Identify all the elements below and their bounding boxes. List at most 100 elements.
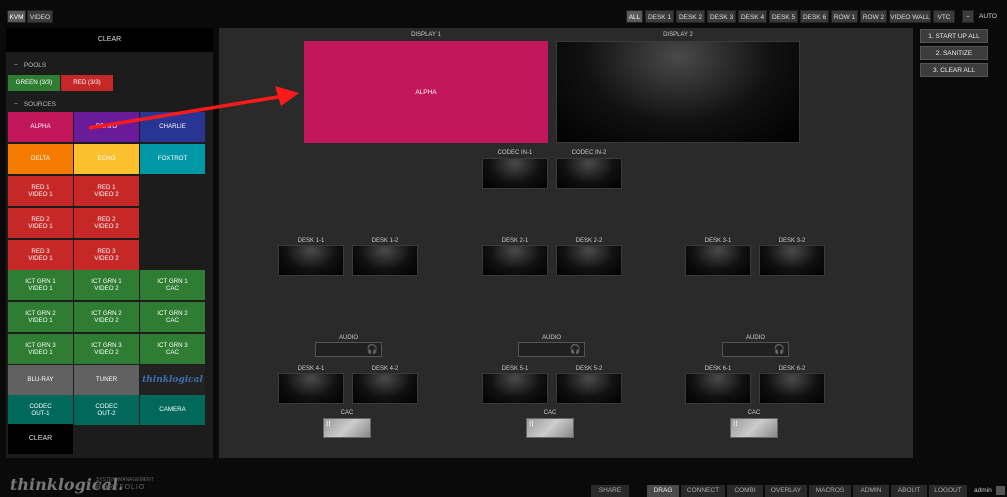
audio-slot-2[interactable]: 🎧 [518, 342, 585, 357]
filter-desk-2[interactable]: DESK 2 [676, 10, 705, 23]
layout-canvas: DISPLAY 1 ALPHA DISPLAY 2 CODEC IN-1 COD… [88, 28, 913, 458]
display-1-label: DISPLAY 1 [411, 32, 441, 38]
desk-1-2[interactable] [352, 245, 418, 276]
source-tile[interactable]: RED 1 VIDEO 1 [8, 176, 73, 206]
filter-desk-3[interactable]: DESK 3 [707, 10, 736, 23]
desk-4-2[interactable] [352, 373, 418, 404]
nav-about[interactable]: ABOUT [891, 485, 927, 497]
share-button[interactable]: SHARE [591, 485, 629, 497]
desk-1-2-label: DESK 1-2 [371, 238, 399, 244]
logo: thinklogical. SYSTEM MANAGEMENT PORTFOLI… [10, 475, 154, 494]
nav-overlay[interactable]: OVERLAY [765, 485, 807, 497]
source-tile[interactable]: RED 2 VIDEO 2 [74, 208, 139, 238]
desk-1-1-label: DESK 1-1 [297, 238, 325, 244]
source-tile[interactable]: thinklogical [140, 365, 205, 395]
desk-6-2-label: DESK 6-2 [778, 366, 806, 372]
source-tile[interactable]: CAMERA [140, 395, 205, 425]
filter-row-1[interactable]: ROW 1 [831, 10, 858, 23]
tab-kvm[interactable]: KVM [7, 10, 26, 23]
nav-macros[interactable]: MACROS [809, 485, 851, 497]
headphones-icon: 🎧 [569, 344, 581, 354]
clear-bottom-button[interactable]: CLEAR [8, 424, 73, 454]
desk-5-2[interactable] [556, 373, 622, 404]
nav-drag[interactable]: DRAG [647, 485, 679, 497]
codec-in-1[interactable] [482, 158, 548, 189]
source-tile[interactable]: ICT GRN 1 CAC [140, 270, 205, 300]
desk-3-2[interactable] [759, 245, 825, 276]
filter-desk-5[interactable]: DESK 5 [769, 10, 798, 23]
audio-label-1: AUDIO [338, 335, 358, 341]
codec-in-1-label: CODEC IN-1 [497, 150, 533, 156]
desk-5-1-label: DESK 5-1 [501, 366, 529, 372]
filter-video-wall[interactable]: VIDEO WALL [889, 10, 931, 23]
desk-3-1-label: DESK 3-1 [704, 238, 732, 244]
source-tile[interactable]: RED 1 VIDEO 2 [74, 176, 139, 206]
filter-desk-1[interactable]: DESK 1 [645, 10, 674, 23]
desk-5-1[interactable] [482, 373, 548, 404]
clear-top-button[interactable]: CLEAR [6, 28, 213, 52]
tab-video[interactable]: VIDEO [27, 10, 53, 23]
logo-subtitle-1: SYSTEM MANAGEMENT [96, 477, 154, 483]
collapse-button[interactable]: − [962, 10, 974, 23]
source-tile[interactable]: ICT GRN 3 CAC [140, 334, 205, 364]
source-tile[interactable]: ALPHA [8, 112, 73, 142]
source-tile[interactable]: RED 3 VIDEO 1 [8, 240, 73, 270]
cac-label-1: CAC [340, 410, 354, 416]
desk-2-2[interactable] [556, 245, 622, 276]
cac-slot-3[interactable]: ⁞⁞ [730, 418, 778, 438]
source-tile[interactable]: ECHO [74, 144, 139, 174]
source-tile[interactable]: RED 3 VIDEO 2 [74, 240, 139, 270]
clear-all-button[interactable]: 3. CLEAR ALL [920, 63, 988, 77]
source-tile[interactable]: DELTA [8, 144, 73, 174]
desk-5-2-label: DESK 5-2 [575, 366, 603, 372]
nav-combi[interactable]: COMBI [727, 485, 763, 497]
source-tile[interactable]: ICT GRN 2 VIDEO 1 [8, 302, 73, 332]
source-tile[interactable]: BLU-RAY [8, 365, 73, 395]
display-2[interactable] [556, 41, 800, 143]
cac-slot-1[interactable]: ⁞⁞ [323, 418, 371, 438]
nav-logout[interactable]: LOGOUT [929, 485, 967, 497]
nav-admin[interactable]: ADMIN [853, 485, 889, 497]
desk-4-2-label: DESK 4-2 [371, 366, 399, 372]
codec-in-2[interactable] [556, 158, 622, 189]
source-tile[interactable]: ICT GRN 1 VIDEO 1 [8, 270, 73, 300]
pools-header[interactable]: − POOLS [6, 59, 213, 73]
source-tile[interactable]: TUNER [74, 365, 139, 395]
source-tile[interactable]: ICT GRN 1 VIDEO 2 [74, 270, 139, 300]
filter-vtc[interactable]: VTC [933, 10, 955, 23]
source-tile[interactable]: ICT GRN 3 VIDEO 2 [74, 334, 139, 364]
cac-label-2: CAC [543, 410, 557, 416]
nav-connect[interactable]: CONNECT [681, 485, 725, 497]
desk-1-1[interactable] [278, 245, 344, 276]
desk-4-1-label: DESK 4-1 [297, 366, 325, 372]
user-menu-icon[interactable] [996, 486, 1005, 495]
audio-slot-3[interactable]: 🎧 [722, 342, 789, 357]
desk-3-1[interactable] [685, 245, 751, 276]
source-tile[interactable]: ICT GRN 2 VIDEO 2 [74, 302, 139, 332]
filter-row-2[interactable]: ROW 2 [860, 10, 887, 23]
desk-6-2[interactable] [759, 373, 825, 404]
filter-desk-4[interactable]: DESK 4 [738, 10, 767, 23]
cac-card-icon: ⁞⁞ [733, 421, 738, 428]
pool-green[interactable]: GREEN (3/3) [8, 75, 60, 91]
source-tile[interactable]: ICT GRN 3 VIDEO 1 [8, 334, 73, 364]
desk-6-1[interactable] [685, 373, 751, 404]
codec-in-2-label: CODEC IN-2 [571, 150, 607, 156]
start-up-all-button[interactable]: 1. START UP ALL [920, 29, 988, 43]
source-tile[interactable]: FOXTROT [140, 144, 205, 174]
arrow-icon [88, 86, 299, 130]
cac-slot-2[interactable]: ⁞⁞ [526, 418, 574, 438]
desk-2-1[interactable] [482, 245, 548, 276]
source-tile[interactable]: CODEC OUT-1 [8, 395, 73, 425]
auto-toggle[interactable]: AUTO [976, 10, 1000, 23]
audio-slot-1[interactable]: 🎧 [315, 342, 382, 357]
source-tile[interactable]: RED 2 VIDEO 1 [8, 208, 73, 238]
desk-4-1[interactable] [278, 373, 344, 404]
sanitize-button[interactable]: 2. SANITIZE [920, 46, 988, 60]
filter-desk-6[interactable]: DESK 6 [800, 10, 829, 23]
display-1[interactable]: ALPHA [304, 41, 548, 143]
audio-label-3: AUDIO [745, 335, 765, 341]
source-tile[interactable]: CODEC OUT-2 [74, 395, 139, 425]
source-tile[interactable]: ICT GRN 2 CAC [140, 302, 205, 332]
filter-all[interactable]: ALL [626, 10, 643, 23]
